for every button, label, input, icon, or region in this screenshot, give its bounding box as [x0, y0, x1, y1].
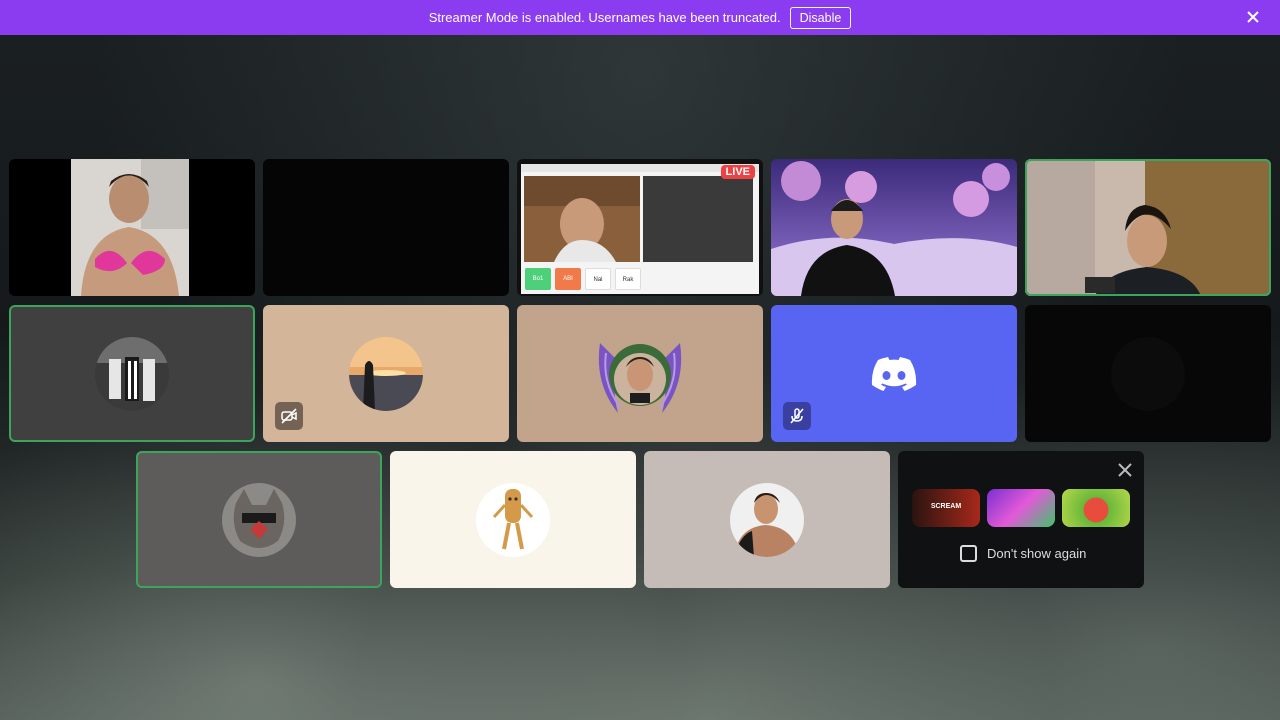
avatar-tile-user-10[interactable] [1025, 305, 1271, 442]
dont-show-again-label: Don't show again [987, 546, 1087, 561]
avatar-tile-user-9[interactable] [771, 305, 1017, 442]
mic-muted-icon [783, 402, 811, 430]
avatar [349, 336, 423, 411]
dont-show-again-checkbox[interactable] [960, 545, 977, 562]
activity-promo-panel: SCREAM Don't show again [898, 451, 1144, 588]
activity-card-2[interactable] [987, 489, 1055, 527]
banner-message: Streamer Mode is enabled. Usernames have… [428, 10, 781, 25]
shared-webcam [524, 176, 640, 262]
camera-off-icon [275, 402, 303, 430]
video-tile-user-4[interactable] [771, 159, 1017, 296]
avatar [95, 336, 169, 411]
close-icon[interactable] [1116, 461, 1134, 479]
camera-feed [771, 159, 1017, 296]
video-tile-user-1[interactable] [9, 159, 255, 296]
avatar [730, 482, 804, 557]
camera-feed [71, 159, 189, 296]
close-icon[interactable] [1244, 8, 1262, 26]
avatar-tile-user-13[interactable] [644, 451, 890, 588]
avatar-tile-user-7[interactable] [263, 305, 509, 442]
speaking-indicator [1025, 159, 1271, 296]
screen-share-window: Bo1 ABI Nal Rak [521, 164, 759, 294]
stream-option-1: Bo1 [525, 268, 551, 290]
avatar-tile-user-6[interactable] [9, 305, 255, 442]
avatar-with-decoration [598, 343, 682, 413]
avatar-tile-user-12[interactable] [390, 451, 636, 588]
activity-card-3[interactable] [1062, 489, 1130, 527]
stream-option-4: Rak [615, 268, 641, 290]
disable-streamer-mode-button[interactable]: Disable [789, 6, 852, 29]
avatar [1111, 336, 1185, 411]
discord-logo-icon [871, 357, 917, 391]
avatar [222, 482, 296, 557]
video-tile-user-2[interactable] [263, 159, 509, 296]
activity-card-scream[interactable]: SCREAM [912, 489, 980, 527]
stream-option-2: ABI [555, 268, 581, 290]
avatar-tile-user-11[interactable] [136, 451, 382, 588]
dont-show-again-row[interactable]: Don't show again [960, 545, 1086, 562]
stream-tile-live[interactable]: Bo1 ABI Nal Rak LIVE [517, 159, 763, 296]
stream-option-3: Nal [585, 268, 611, 290]
streamer-mode-banner: Streamer Mode is enabled. Usernames have… [0, 0, 1280, 35]
live-badge: LIVE [720, 165, 755, 179]
video-tile-user-5[interactable] [1025, 159, 1271, 296]
avatar [476, 482, 550, 557]
avatar-tile-user-8[interactable] [517, 305, 763, 442]
